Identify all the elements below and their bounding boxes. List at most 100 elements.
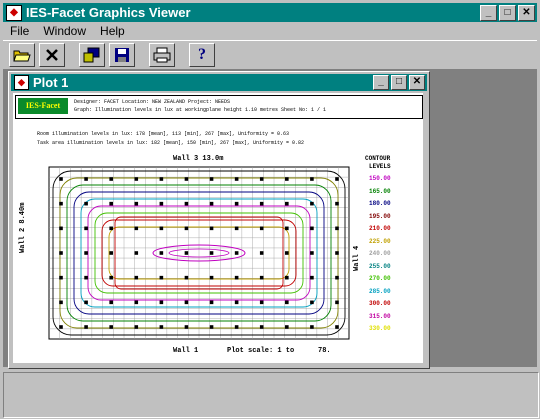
open-folder-icon — [13, 50, 31, 62]
delete-button[interactable] — [39, 43, 65, 67]
luminaire-marker — [84, 177, 88, 181]
luminaire-marker — [259, 177, 264, 181]
luminaire-marker — [209, 177, 214, 181]
close-button[interactable]: ✕ — [518, 5, 535, 21]
luminaire-marker — [84, 251, 88, 255]
export-button[interactable] — [79, 43, 105, 67]
luminaire-marker — [234, 325, 239, 329]
luminaire-marker — [159, 300, 164, 305]
plot-window-controls: _ □ ✕ — [373, 75, 425, 90]
luminaire-marker — [59, 300, 63, 305]
luminaire-marker — [234, 201, 239, 206]
contour-level-10: 300.00 — [369, 300, 391, 307]
luminaire-marker — [285, 251, 289, 255]
luminaire-marker — [310, 325, 314, 329]
luminaire-marker — [234, 275, 239, 280]
luminaire-marker — [285, 177, 289, 181]
luminaire-marker — [84, 300, 88, 305]
luminaire-marker — [285, 300, 289, 305]
contour-level-1: 165.00 — [369, 187, 391, 195]
luminaire-marker — [184, 251, 189, 255]
luminaire-marker — [209, 300, 214, 305]
contour-level-9: 285.00 — [369, 287, 391, 295]
app-titlebar[interactable]: ◆ IES-Facet Graphics Viewer _ □ ✕ — [3, 3, 537, 22]
plot-maximize-button[interactable]: □ — [391, 75, 407, 90]
luminaire-marker — [335, 251, 339, 255]
contour-level-12: 330.00 — [369, 325, 391, 332]
luminaire-marker — [310, 275, 314, 280]
luminaire-marker — [234, 251, 239, 255]
plot-window[interactable]: ◆ Plot 1 _ □ ✕ IES-Facet Designer: FACET… — [8, 71, 430, 369]
plot-titlebar[interactable]: ◆ Plot 1 _ □ ✕ — [11, 74, 427, 91]
luminaire-marker — [184, 226, 189, 231]
luminaire-marker — [84, 325, 88, 329]
luminaire-marker — [209, 226, 214, 231]
menu-help[interactable]: Help — [93, 23, 132, 40]
luminaire-marker — [184, 275, 189, 280]
plot-minimize-button[interactable]: _ — [373, 75, 389, 90]
contour-level-2: 180.00 — [369, 200, 391, 207]
open-button[interactable] — [9, 43, 35, 67]
luminaire-marker — [159, 201, 164, 206]
luminaire-marker — [159, 251, 164, 255]
luminaire-marker — [335, 177, 339, 181]
luminaire-marker — [134, 177, 139, 181]
luminaire-marker — [234, 300, 239, 305]
luminaire-marker — [234, 177, 239, 181]
luminaire-marker — [134, 201, 139, 206]
app-window: ◆ IES-Facet Graphics Viewer _ □ ✕ File W… — [0, 0, 540, 419]
luminaire-marker — [209, 201, 214, 206]
luminaire-marker — [134, 300, 139, 305]
luminaire-marker — [59, 201, 63, 206]
plot-close-button[interactable]: ✕ — [409, 75, 425, 90]
contour-level-6: 240.00 — [369, 250, 391, 257]
luminaire-marker — [310, 251, 314, 255]
luminaire-marker — [209, 275, 214, 280]
luminaire-marker — [59, 251, 63, 255]
luminaire-marker — [335, 226, 339, 231]
luminaire-marker — [109, 325, 113, 329]
luminaire-marker — [335, 325, 339, 329]
luminaire-marker — [285, 325, 289, 329]
minimize-button[interactable]: _ — [480, 5, 497, 21]
luminaire-marker — [259, 325, 264, 329]
save-icon — [115, 48, 129, 62]
maximize-button[interactable]: □ — [499, 5, 516, 21]
luminaire-marker — [234, 226, 239, 231]
mdi-workspace: ◆ Plot 1 _ □ ✕ IES-Facet Designer: FACET… — [3, 69, 537, 369]
menu-window[interactable]: Window — [36, 23, 93, 40]
contour-level-8: 270.00 — [369, 275, 391, 282]
luminaire-marker — [109, 251, 113, 255]
luminaire-marker — [59, 275, 63, 280]
luminaire-marker — [134, 275, 139, 280]
luminaire-marker — [109, 275, 113, 280]
luminaire-marker — [59, 177, 63, 181]
luminaire-marker — [159, 226, 164, 231]
contour-level-11: 315.00 — [369, 312, 391, 320]
luminaire-marker — [109, 226, 113, 231]
contour-level-7: 255.00 — [369, 262, 391, 270]
luminaire-marker — [184, 201, 189, 206]
contour-level-3: 195.00 — [369, 212, 391, 220]
save-button[interactable] — [109, 43, 135, 67]
window-controls: _ □ ✕ — [480, 5, 535, 21]
luminaire-marker — [134, 226, 139, 231]
luminaire-marker — [310, 226, 314, 231]
luminaire-marker — [109, 300, 113, 305]
luminaire-marker — [134, 325, 139, 329]
print-button[interactable] — [149, 43, 175, 67]
luminaire-marker — [259, 226, 264, 231]
menu-bar: File Window Help — [3, 23, 537, 40]
luminaire-marker — [84, 275, 88, 280]
menu-file[interactable]: File — [3, 23, 36, 40]
luminaire-marker — [134, 251, 139, 255]
help-button[interactable]: ? — [189, 43, 215, 67]
delete-icon — [46, 49, 58, 61]
plot-logo-icon: ◆ — [14, 75, 29, 90]
app-logo-icon: ◆ — [6, 4, 22, 21]
contour-level-5: 225.00 — [369, 237, 391, 245]
luminaire-marker — [59, 325, 63, 329]
contour-title: CONTOUR — [365, 155, 391, 162]
luminaire-marker — [259, 251, 264, 255]
luminaire-marker — [84, 201, 88, 206]
